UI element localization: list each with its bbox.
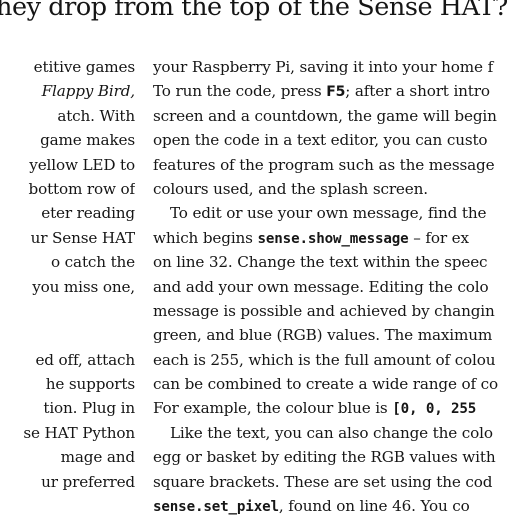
left-column-line: game makes <box>40 131 135 150</box>
right-column-line: sense.set_pixel, found on line 46. You c… <box>153 494 498 518</box>
right-column-line: features of the program such as the mess… <box>153 153 498 177</box>
right-column-line: each is 255, which is the full amount of… <box>153 348 498 372</box>
inline-code: sense.show_message <box>257 230 409 247</box>
text-run: open the code in a text editor, you can … <box>153 131 488 150</box>
left-column-line <box>0 323 135 347</box>
text-run: features of the program such as the mess… <box>153 155 495 174</box>
right-column-line: egg or basket by editing the RGB values … <box>153 445 498 469</box>
left-column-line: ur Sense HAT <box>30 228 135 247</box>
left-column-line: etitive games <box>33 58 135 76</box>
article-heading: hey drop from the top of the Sense HAT? <box>0 0 508 22</box>
left-column-line: yellow LED to <box>29 155 135 174</box>
left-column-line <box>0 299 135 323</box>
left-column-line: bottom row of <box>28 179 136 198</box>
inline-code: [0, 0, 255 <box>392 401 477 418</box>
right-column-line: and add your own message. Editing the co… <box>153 275 498 299</box>
right-column-line: open the code in a text editor, you can … <box>153 128 498 152</box>
right-column-line: square brackets. These are set using the… <box>153 470 498 494</box>
text-run: – for ex <box>408 228 469 247</box>
left-column-line: mage and <box>60 448 135 467</box>
inline-code: sense.set_pixel <box>153 499 279 516</box>
text-run: which begins <box>153 228 258 247</box>
text-run: egg or basket by editing the RGB values … <box>153 448 496 467</box>
text-run: colours used, and the splash screen. <box>153 179 428 198</box>
right-column-line: which begins sense.show_message – for ex <box>153 226 498 250</box>
text-run: , found on line 46. You co <box>278 497 470 516</box>
right-column-line: colours used, and the splash screen. <box>153 177 498 201</box>
italic-title: Flappy Bird, <box>41 82 135 101</box>
left-column-line: o catch the <box>51 253 135 272</box>
text-run: can be combined to create a wide range o… <box>153 375 499 394</box>
text-run: green, and blue (RGB) values. The maximu… <box>153 326 493 345</box>
text-run: Like the text, you can also change the c… <box>170 423 493 442</box>
text-run: To run the code, press <box>153 82 327 101</box>
right-text-column: your Raspberry Pi, saving it into your h… <box>153 55 498 518</box>
text-run: on line 32. Change the text within the s… <box>153 253 488 272</box>
left-column-line: tion. Plug in <box>43 399 135 418</box>
right-column-line: on line 32. Change the text within the s… <box>153 250 498 274</box>
text-run: and add your own message. Editing the co… <box>153 277 489 296</box>
right-column-line: your Raspberry Pi, saving it into your h… <box>153 55 498 79</box>
right-column-line: To run the code, press F5; after a short… <box>153 79 498 103</box>
left-text-column: etitive games Flappy Bird, atch. With game … <box>0 55 135 494</box>
right-column-line: Like the text, you can also change the c… <box>153 421 498 445</box>
left-column-line: he supports <box>45 375 135 394</box>
keyboard-key: F5 <box>326 84 346 101</box>
text-run: each is 255, which is the full amount of… <box>153 350 496 369</box>
text-run: ; after a short intro <box>345 82 490 101</box>
right-column-line: screen and a countdown, the game will be… <box>153 104 498 128</box>
right-column-line: For example, the colour blue is [0, 0, 2… <box>153 396 498 420</box>
right-column-line: To edit or use your own message, find th… <box>153 201 498 225</box>
text-run: your Raspberry Pi, saving it into your h… <box>153 58 494 76</box>
right-column-line: can be combined to create a wide range o… <box>153 372 498 396</box>
text-run: screen and a countdown, the game will be… <box>153 106 497 125</box>
left-column-line: eter reading <box>41 204 135 223</box>
text-run: For example, the colour blue is <box>153 399 393 418</box>
left-column-line: se HAT Python <box>23 423 135 442</box>
left-column-line: you miss one, <box>32 277 135 296</box>
left-column-line: ur preferred <box>41 472 135 491</box>
left-column-line: ed off, attach <box>35 350 135 369</box>
text-run: square brackets. These are set using the… <box>153 472 493 491</box>
text-run: To edit or use your own message, find th… <box>170 204 487 223</box>
text-run: message is possible and achieved by chan… <box>153 301 495 320</box>
left-column-line: atch. With <box>57 106 135 125</box>
right-column-line: green, and blue (RGB) values. The maximu… <box>153 323 498 347</box>
right-column-line: message is possible and achieved by chan… <box>153 299 498 323</box>
left-column-line: Flappy Bird, <box>0 79 135 103</box>
